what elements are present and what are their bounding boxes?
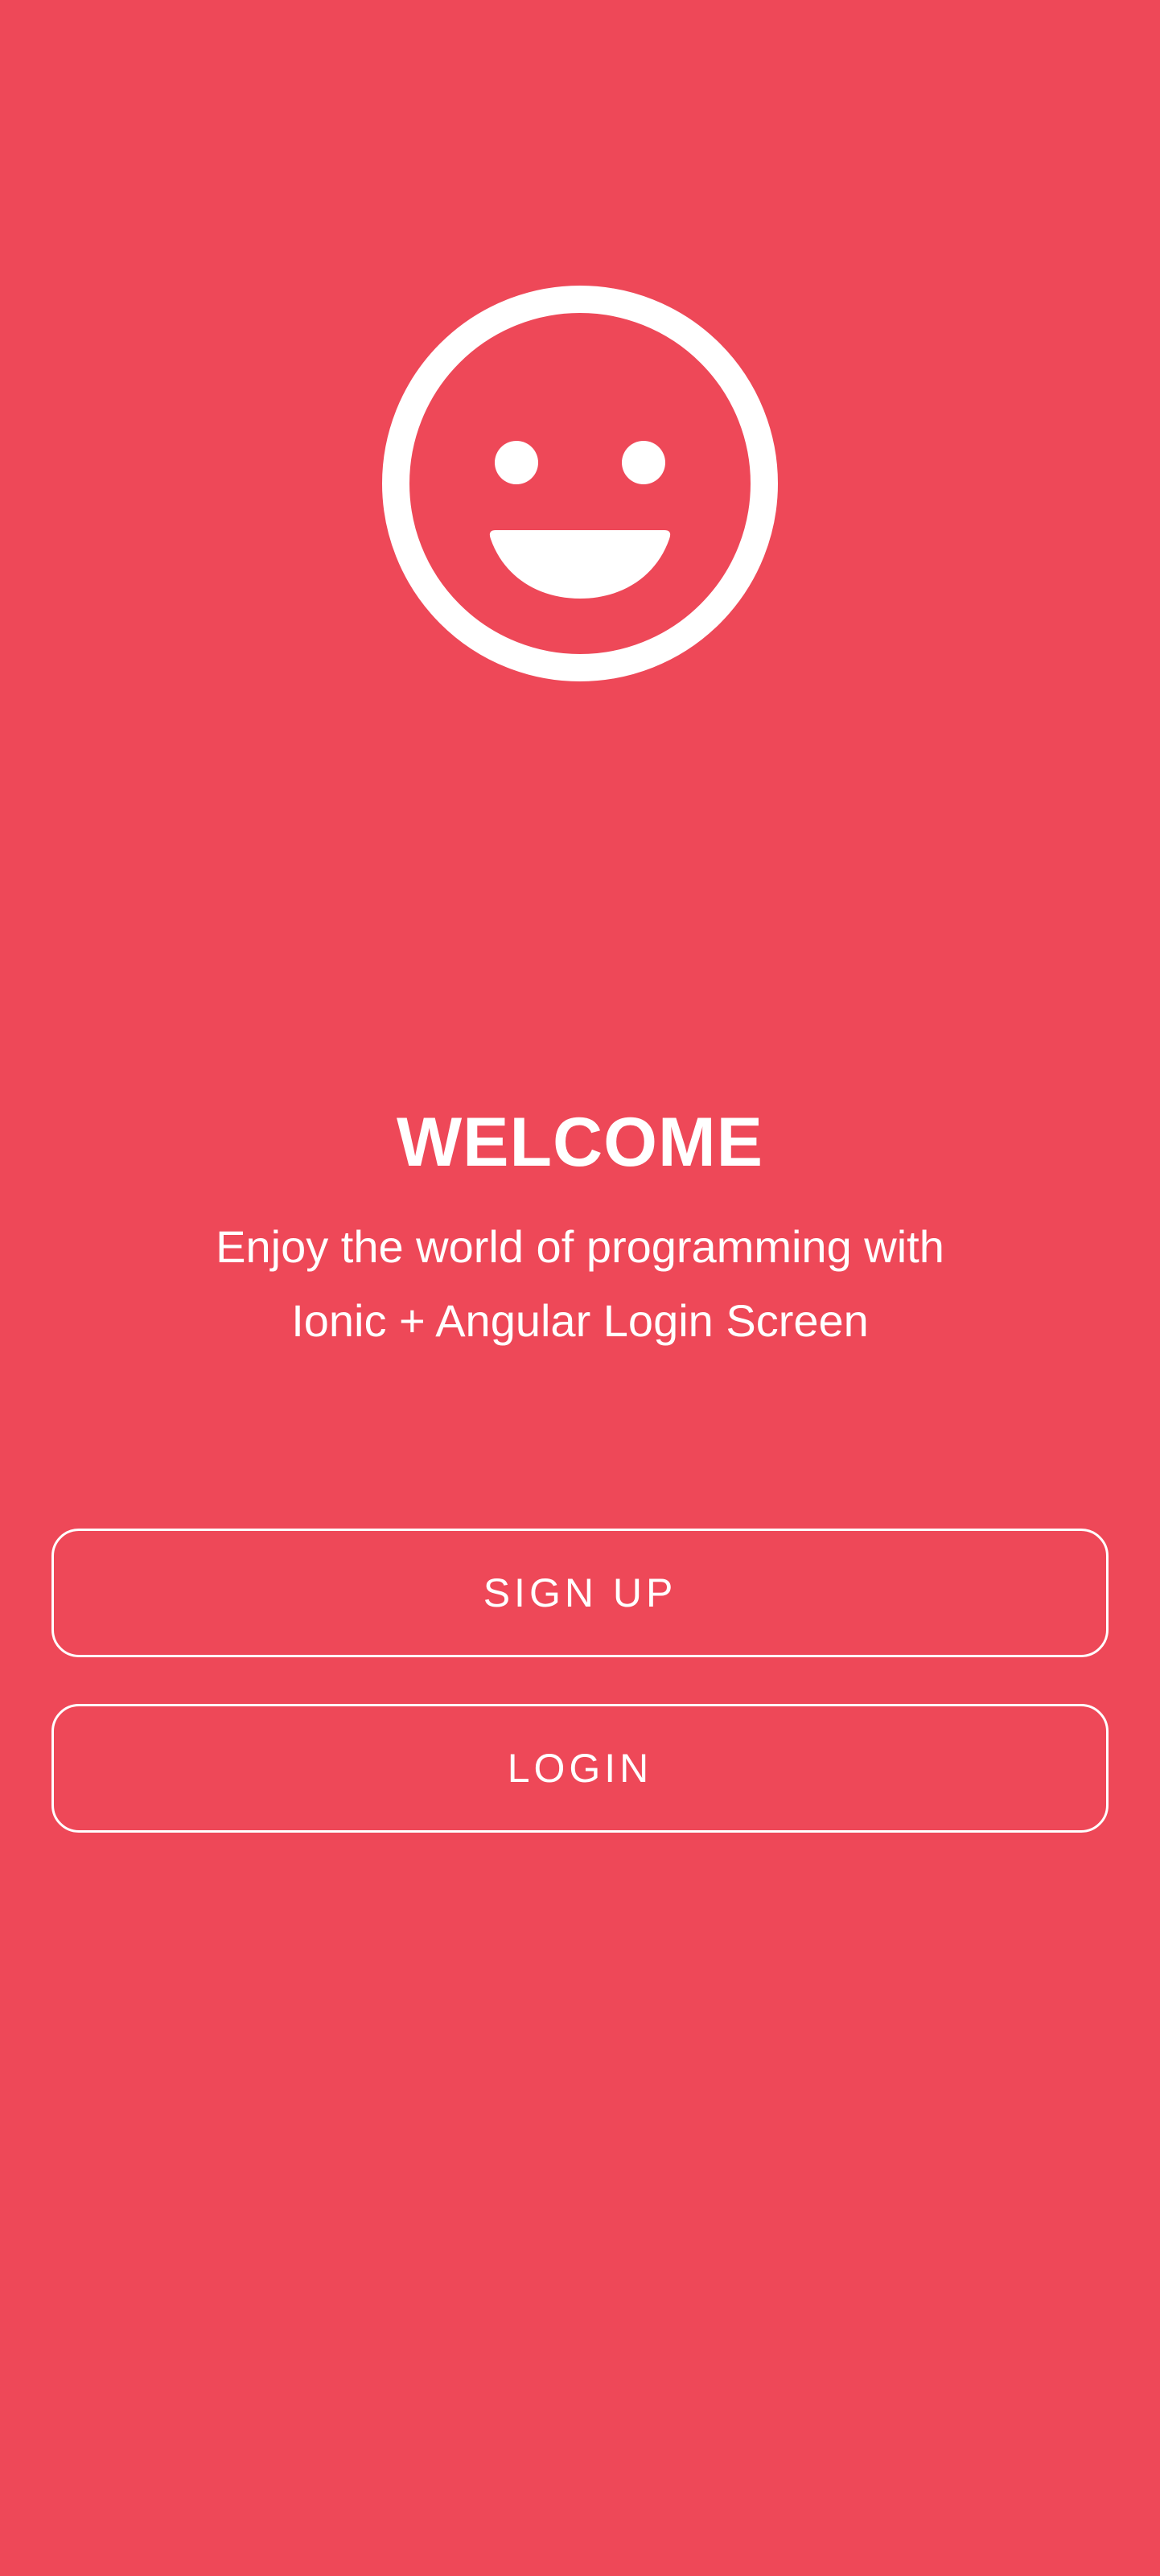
login-button[interactable]: LOGIN <box>51 1704 1109 1833</box>
happy-face-icon <box>381 285 779 682</box>
welcome-subtitle-line-1: Enjoy the world of programming with <box>216 1221 944 1272</box>
welcome-title: WELCOME <box>396 1104 764 1181</box>
welcome-screen: WELCOME Enjoy the world of programming w… <box>0 0 1160 2576</box>
sign-up-button[interactable]: SIGN UP <box>51 1529 1109 1657</box>
welcome-subtitle-line-2: Ionic + Angular Login Screen <box>291 1295 869 1346</box>
welcome-subtitle: Enjoy the world of programming with Ioni… <box>0 1210 1160 1358</box>
